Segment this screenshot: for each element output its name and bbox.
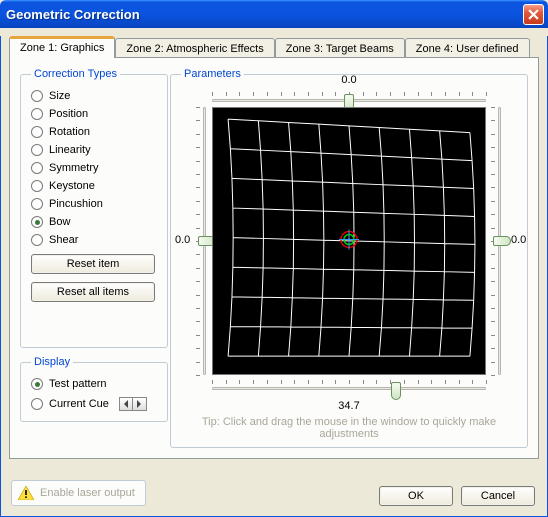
correction-radio-position[interactable]: Position <box>31 108 157 120</box>
correction-types-radios: Size Position Rotation Linearity Symmetry Key… <box>31 90 157 246</box>
dialog-buttons: OK Cancel <box>379 486 535 506</box>
close-button[interactable] <box>523 4 544 25</box>
radio-icon <box>31 126 43 138</box>
radio-icon <box>31 378 43 390</box>
radio-label: Linearity <box>49 144 91 156</box>
radio-icon <box>31 90 43 102</box>
tab-zone-1[interactable]: Zone 1: Graphics <box>9 36 115 58</box>
right-slider-thumb[interactable] <box>493 236 511 246</box>
correction-radio-symmetry[interactable]: Symmetry <box>31 162 157 174</box>
display-radio-test-pattern[interactable]: Test pattern <box>31 378 157 390</box>
radio-label: Current Cue <box>49 398 109 410</box>
left-value-label: 0.0 <box>175 234 190 246</box>
display-group: Display Test pattern Current Cue <box>20 356 168 422</box>
radio-label: Symmetry <box>49 162 99 174</box>
correction-radio-rotation[interactable]: Rotation <box>31 126 157 138</box>
preview-wrap: 0.0 0.0 0.0 34.7 <box>199 94 499 394</box>
radio-icon <box>31 234 43 246</box>
correction-radio-keystone[interactable]: Keystone <box>31 180 157 192</box>
enable-laser-label: Enable laser output <box>40 487 135 499</box>
bottom-slider-thumb[interactable] <box>391 382 401 400</box>
correction-radio-bow[interactable]: Bow <box>31 216 157 228</box>
tab-strip: Zone 1: GraphicsZone 2: Atmospheric Effe… <box>9 36 539 58</box>
reset-item-button[interactable]: Reset item <box>31 254 155 274</box>
bottom-value-label: 34.7 <box>212 400 486 412</box>
correction-radio-shear[interactable]: Shear <box>31 234 157 246</box>
enable-laser-output-button[interactable]: Enable laser output <box>11 480 146 506</box>
radio-icon <box>31 108 43 120</box>
radio-label: Pincushion <box>49 198 103 210</box>
display-radios: Test pattern Current Cue <box>31 378 157 411</box>
center-marker-icon <box>338 229 360 254</box>
radio-label: Shear <box>49 234 78 246</box>
radio-icon <box>31 144 43 156</box>
preview-canvas[interactable] <box>212 107 486 375</box>
correction-radio-size[interactable]: Size <box>31 90 157 102</box>
correction-radio-linearity[interactable]: Linearity <box>31 144 157 156</box>
right-slider[interactable] <box>489 107 509 375</box>
window-title: Geometric Correction <box>6 7 523 22</box>
correction-radio-pincushion[interactable]: Pincushion <box>31 198 157 210</box>
radio-label: Size <box>49 90 70 102</box>
ok-button[interactable]: OK <box>379 486 453 506</box>
tab-page: Correction Types Size Position Rotation Lin… <box>9 57 539 459</box>
left-column: Correction Types Size Position Rotation Lin… <box>20 68 168 448</box>
reset-all-items-button[interactable]: Reset all items <box>31 282 155 302</box>
radio-icon <box>31 180 43 192</box>
bottom-slider[interactable] <box>212 378 486 398</box>
radio-label: Test pattern <box>49 378 106 390</box>
correction-types-legend: Correction Types <box>31 68 120 80</box>
radio-icon <box>31 162 43 174</box>
cancel-button[interactable]: Cancel <box>461 486 535 506</box>
display-legend: Display <box>31 356 73 368</box>
cue-step-prev-button[interactable] <box>119 397 133 411</box>
client-area: Zone 1: GraphicsZone 2: Atmospheric Effe… <box>0 36 548 517</box>
radio-label: Keystone <box>49 180 95 192</box>
radio-icon <box>31 398 43 410</box>
left-slider[interactable] <box>194 107 214 375</box>
radio-icon <box>31 216 43 228</box>
display-radio-current-cue[interactable]: Current Cue <box>31 397 157 411</box>
tip-text: Tip: Click and drag the mouse in the win… <box>199 416 499 440</box>
titlebar: Geometric Correction <box>0 0 548 28</box>
radio-icon <box>31 198 43 210</box>
radio-label: Position <box>49 108 88 120</box>
parameters-group: Parameters 0.0 0.0 0.0 34.7 <box>170 68 528 448</box>
radio-label: Rotation <box>49 126 90 138</box>
correction-types-group: Correction Types Size Position Rotation Lin… <box>20 68 168 348</box>
warning-icon <box>18 486 34 500</box>
parameters-inner: 0.0 0.0 0.0 34.7 <box>181 94 517 394</box>
radio-label: Bow <box>49 216 70 228</box>
top-value-label: 0.0 <box>212 74 486 86</box>
right-value-label: 0.0 <box>511 234 526 246</box>
close-icon <box>528 9 539 20</box>
cue-step-next-button[interactable] <box>133 397 147 411</box>
